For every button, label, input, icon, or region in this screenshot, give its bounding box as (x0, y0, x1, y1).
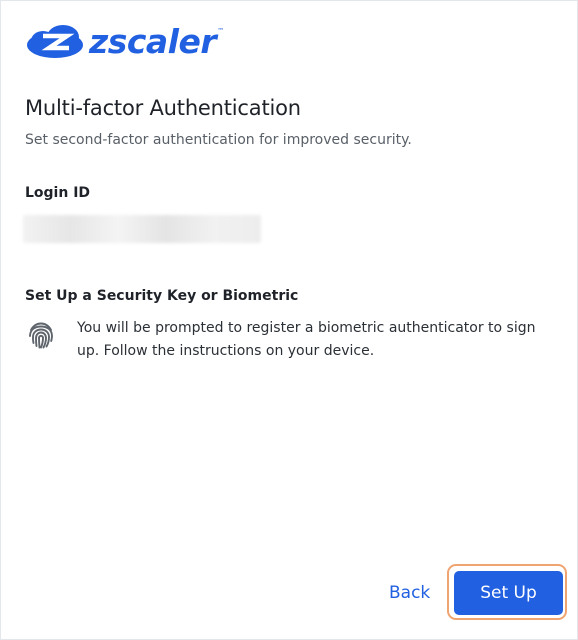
security-key-heading: Set Up a Security Key or Biometric (25, 288, 299, 304)
login-id-value (23, 215, 261, 243)
biometric-instructions: You will be prompted to register a biome… (77, 320, 536, 359)
page-subtitle: Set second-factor authentication for imp… (25, 132, 412, 148)
zscaler-logo: zscaler ™ (25, 23, 224, 59)
set-up-button[interactable]: Set Up (454, 571, 563, 615)
trademark-symbol: ™ (217, 27, 225, 35)
mfa-card: zscaler ™ Multi-factor Authentication Se… (0, 0, 578, 640)
fingerprint-icon (29, 322, 53, 349)
zscaler-wordmark: zscaler (89, 21, 217, 61)
zscaler-cloud-icon (27, 25, 83, 58)
login-id-label: Login ID (25, 185, 91, 201)
back-button[interactable]: Back (381, 577, 438, 609)
page-title: Multi-factor Authentication (25, 96, 301, 120)
